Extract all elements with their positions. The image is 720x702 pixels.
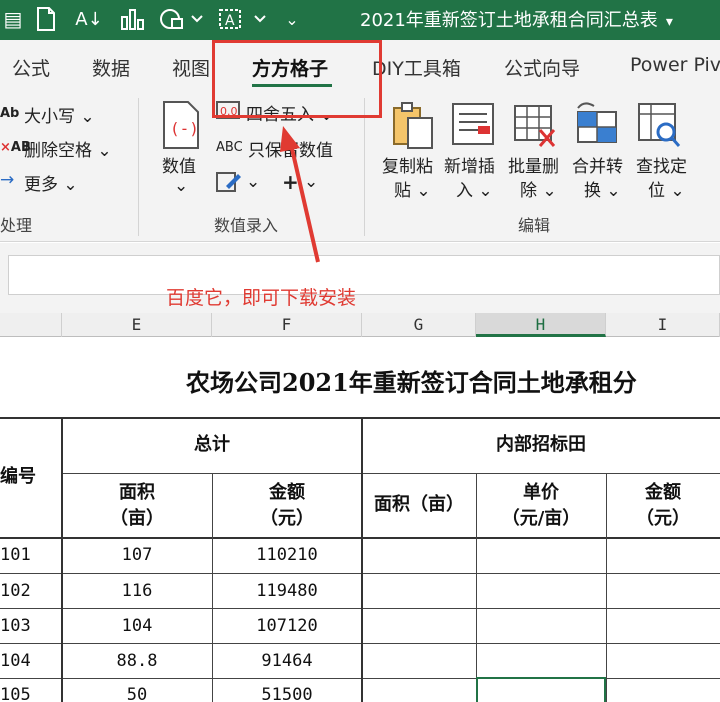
annotation-text: 百度它，即可下载安装 <box>166 287 357 309</box>
annotation-arrow <box>280 126 320 263</box>
